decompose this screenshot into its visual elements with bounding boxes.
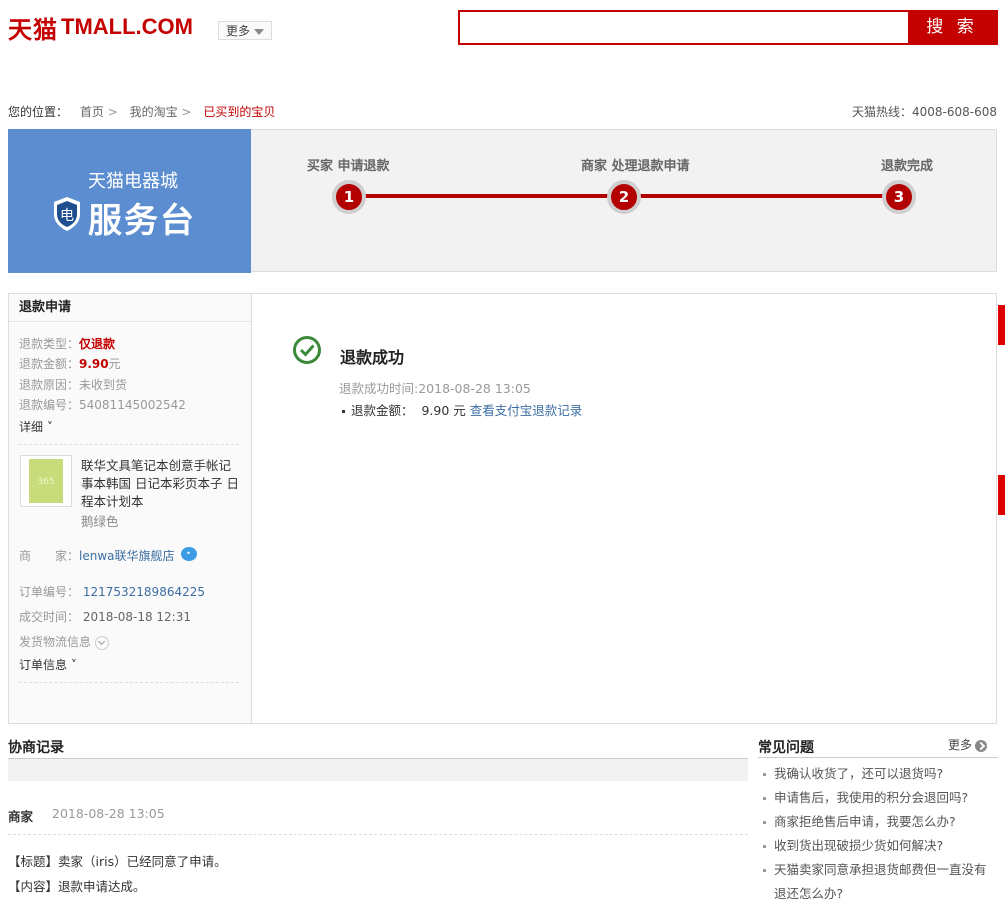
step-2-label: 商家 处理退款申请 — [581, 159, 690, 174]
detail-toggle[interactable]: 详细 ˅ — [19, 418, 53, 435]
refund-amount-value: 9.90 — [79, 357, 109, 371]
chat-icon[interactable]: • — [180, 547, 197, 561]
faq-item[interactable]: 天猫卖家同意承担退货邮费但一直没有退还怎么办? — [763, 858, 995, 906]
bullet-icon — [342, 410, 345, 413]
product-image: 365 — [29, 459, 63, 503]
refund-panel: 退款申请 退款类型：仅退款 退款金额：9.90元 退款原因：未收到货 退款编号：… — [8, 293, 997, 724]
shield-icon: 电 — [54, 197, 80, 231]
step-1-circle: 1 — [332, 180, 366, 214]
hotline: 天猫热线：4008-608-608 — [851, 105, 997, 119]
success-amount-value: 9.90 元 — [421, 403, 466, 418]
search-input[interactable] — [460, 12, 908, 43]
search-box: 搜 索 — [458, 10, 998, 45]
detail-toggle-label: 详细 — [19, 420, 44, 434]
service-subtitle: 天猫电器城 — [88, 171, 178, 192]
negotiation-header-bar — [8, 758, 748, 781]
breadcrumb: 您的位置： 首页 > 我的淘宝 > 已买到的宝贝 — [8, 103, 283, 120]
faq-item[interactable]: 申请售后，我使用的积分会退回吗? — [763, 786, 995, 810]
side-tab-upper[interactable] — [998, 305, 1005, 345]
breadcrumb-prefix: 您的位置： — [8, 105, 69, 119]
product-color: 鹅绿色 — [81, 514, 119, 529]
caret-down-icon — [254, 29, 264, 35]
refund-sidebar: 退款申请 退款类型：仅退款 退款金额：9.90元 退款原因：未收到货 退款编号：… — [9, 294, 252, 723]
negotiation-content: 【内容】退款申请达成。 — [8, 879, 146, 894]
refund-amount-row: 退款金额：9.90元 — [19, 355, 121, 372]
faq-title: 常见问题 — [758, 740, 814, 756]
faq-item[interactable]: 商家拒绝售后申请，我要怎么办? — [763, 810, 995, 834]
faq-item[interactable]: 我确认收货了，还可以退货吗? — [763, 762, 995, 786]
breadcrumb-current: 已买到的宝贝 — [203, 105, 276, 119]
refund-reason-row: 退款原因：未收到货 — [19, 376, 127, 393]
divider — [8, 834, 748, 835]
success-time: 退款成功时间:2018-08-28 13:05 — [339, 381, 531, 396]
breadcrumb-my-taobao[interactable]: 我的淘宝 — [130, 105, 178, 119]
negotiation-subject: 【标题】卖家（iris）已经同意了申请。 — [8, 854, 227, 869]
refund-reason-label: 退款原因： — [19, 378, 80, 392]
success-amount-label: 退款金额： — [351, 403, 414, 418]
side-tab-lower[interactable] — [998, 475, 1005, 515]
success-amount-row: 退款金额： 9.90 元 查看支付宝退款记录 — [342, 400, 582, 419]
chevron-right-icon: > — [181, 105, 192, 119]
refund-number-label: 退款编号： — [19, 398, 80, 412]
logistics-toggle[interactable]: 发货物流信息 — [19, 633, 110, 650]
logo-chinese: 天猫 — [8, 15, 58, 44]
divider — [19, 682, 239, 683]
merchant-label: 商 家： — [19, 549, 80, 563]
refund-amount-label: 退款金额： — [19, 357, 80, 371]
success-title: 退款成功 — [340, 348, 405, 367]
refund-number-value: 54081145002542 — [79, 398, 186, 412]
deal-time-label: 成交时间： — [19, 610, 80, 624]
refund-sidebar-title: 退款申请 — [9, 294, 251, 322]
deal-time-row: 成交时间： 2018-08-18 12:31 — [19, 608, 191, 625]
more-label: 更多 — [226, 24, 251, 38]
progress-banner: 天猫电器城 电 服务台 买家 申请退款 商家 处理退款申请 退款完成 1 2 3 — [8, 129, 997, 273]
tmall-logo[interactable]: 天猫 TMALL.COM — [8, 12, 193, 44]
chevron-right-icon: > — [107, 105, 118, 119]
faq-more-label: 更多 — [948, 738, 973, 752]
logo-english: TMALL.COM — [61, 14, 193, 39]
service-desk-box: 天猫电器城 电 服务台 — [8, 129, 251, 273]
caret-down-icon: ˅ — [70, 658, 77, 672]
search-button[interactable]: 搜 索 — [908, 12, 996, 43]
refund-type-value: 仅退款 — [79, 337, 116, 351]
check-circle-icon — [293, 336, 321, 364]
negotiation-time: 2018-08-28 13:05 — [52, 806, 165, 821]
deal-time-value: 2018-08-18 12:31 — [82, 610, 191, 624]
step-2-circle: 2 — [607, 180, 641, 214]
negotiation-title: 协商记录 — [8, 740, 64, 756]
faq-more-link[interactable]: 更多 — [948, 736, 988, 753]
merchant-link[interactable]: lenwa联华旗舰店 — [79, 549, 175, 563]
chevron-right-icon — [975, 739, 988, 752]
breadcrumb-home[interactable]: 首页 — [80, 105, 104, 119]
divider — [19, 444, 239, 445]
product-name[interactable]: 联华文具笔记本创意手帐记事本韩国 日记本彩页本子 日程本计划本 — [81, 457, 243, 511]
product-thumbnail[interactable]: 365 — [20, 455, 72, 507]
refund-type-label: 退款类型： — [19, 337, 80, 351]
alipay-record-link[interactable]: 查看支付宝退款记录 — [470, 403, 583, 418]
step-1-label: 买家 申请退款 — [307, 159, 390, 174]
negotiation-role: 商家 — [8, 809, 34, 824]
chevron-down-icon — [95, 635, 110, 650]
refund-number-row: 退款编号：54081145002542 — [19, 396, 186, 413]
service-title: 服务台 — [88, 201, 196, 241]
product-thumb-text: 365 — [37, 477, 55, 487]
svg-text:电: 电 — [60, 208, 74, 224]
faq-item[interactable]: 收到货出现破损少货如何解决? — [763, 834, 995, 858]
order-number-link[interactable]: 1217532189864225 — [83, 585, 205, 599]
more-dropdown[interactable]: 更多 — [218, 21, 272, 40]
order-info-toggle[interactable]: 订单信息 ˅ — [19, 656, 77, 673]
order-number-label: 订单编号： — [19, 585, 80, 599]
caret-down-icon: ˅ — [46, 420, 53, 434]
order-number-row: 订单编号： 1217532189864225 — [19, 583, 205, 600]
refund-amount-unit: 元 — [108, 357, 121, 371]
merchant-row: 商 家：lenwa联华旗舰店 • — [19, 547, 197, 564]
step-3-label: 退款完成 — [881, 159, 934, 174]
step-3-circle: 3 — [882, 180, 916, 214]
refund-type-row: 退款类型：仅退款 — [19, 335, 115, 352]
order-info-label: 订单信息 — [19, 658, 68, 672]
refund-reason-value: 未收到货 — [79, 378, 128, 392]
faq-divider — [758, 757, 998, 758]
logistics-label: 发货物流信息 — [19, 635, 92, 649]
